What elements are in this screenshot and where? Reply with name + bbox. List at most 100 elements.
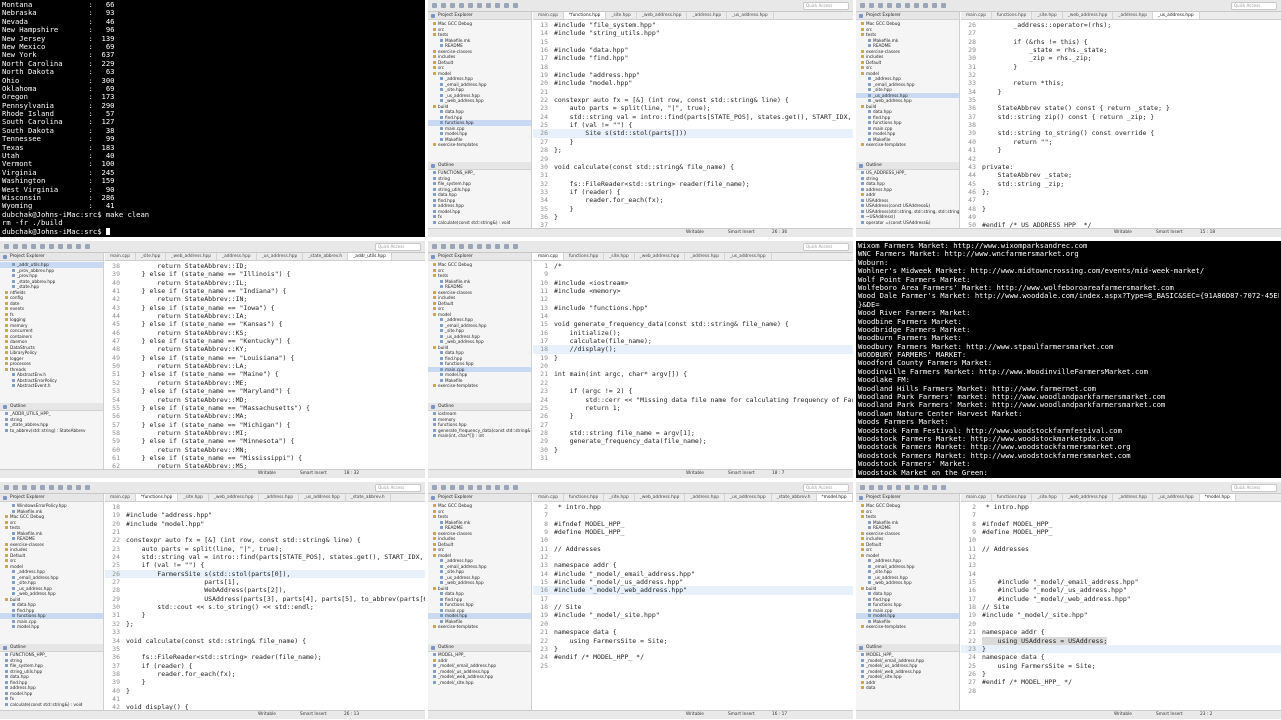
toolbar-icon[interactable] xyxy=(477,485,482,490)
outline-header[interactable]: Outline xyxy=(428,162,531,170)
editor-tab[interactable]: functions.hpp xyxy=(992,494,1033,501)
toolbar-icon[interactable] xyxy=(432,485,437,490)
toolbar-icon[interactable] xyxy=(22,485,27,490)
editor-tab[interactable]: main.cpp xyxy=(961,494,992,501)
toolbar-icon[interactable] xyxy=(504,485,509,490)
toolbar-icon[interactable] xyxy=(941,3,946,8)
toolbar-icon[interactable] xyxy=(869,485,874,490)
toolbar-icon[interactable] xyxy=(914,485,919,490)
terminal-window[interactable]: Montana : 66 Nebraska : 93 Nevada : 46 New … xyxy=(0,0,425,237)
toolbar-icon[interactable] xyxy=(450,244,455,249)
outline-item[interactable]: to_abbrev(std::string) : StateAbbrev xyxy=(0,428,103,434)
editor-tab[interactable]: _web_address.hpp xyxy=(635,494,686,501)
toolbar-icon[interactable] xyxy=(13,244,18,249)
toolbar-icon[interactable] xyxy=(513,3,518,8)
toolbar-icon[interactable] xyxy=(450,3,455,8)
toolbar-icon[interactable] xyxy=(923,3,928,8)
code-area[interactable]: 13 #include "file_system.hpp" 14 #include "… xyxy=(533,20,853,228)
toolbar-icon[interactable] xyxy=(477,244,482,249)
editor-tab[interactable]: main.cpp xyxy=(533,12,564,19)
outline-header[interactable]: Outline xyxy=(856,644,959,652)
toolbar-icon[interactable] xyxy=(67,244,72,249)
toolbar-icon[interactable] xyxy=(441,3,446,8)
code-area[interactable]: 2 * intro.hpp 7 8 #ifndef MODEL_HPP_ 9 #defin… xyxy=(533,502,853,670)
quick-access-field[interactable]: Quick Access xyxy=(375,243,421,251)
editor-tab[interactable]: _site.hpp xyxy=(1032,494,1063,501)
toolbar-icon[interactable] xyxy=(932,3,937,8)
toolbar-icon[interactable] xyxy=(76,244,81,249)
editor-tab[interactable]: *functions.hpp xyxy=(563,12,607,19)
editor-tab[interactable]: _site.hpp xyxy=(136,253,167,260)
editor-tab[interactable]: main.cpp xyxy=(961,12,992,19)
editor-tab[interactable]: _us_address.hpp xyxy=(725,494,772,501)
editor-tab[interactable]: _address.hpp xyxy=(1113,12,1153,19)
toolbar-icon[interactable] xyxy=(914,3,919,8)
code-area[interactable]: 18 19 #include "address.hpp" 20 #include "mo… xyxy=(105,502,425,710)
editor-tab[interactable]: _web_address.hpp xyxy=(635,253,686,260)
editor-tab[interactable]: _address.hpp xyxy=(685,253,725,260)
editor-tab[interactable]: _site.hpp xyxy=(604,253,635,260)
code-area[interactable]: 26 _address::operator=(rhs); 27 28 if (&rh… xyxy=(961,20,1281,228)
toolbar-icon[interactable] xyxy=(22,244,27,249)
tree-item[interactable]: exercise-templates xyxy=(428,624,531,630)
editor-tab[interactable]: _web_address.hpp xyxy=(637,12,688,19)
editor-tab[interactable]: _us_address.hpp xyxy=(727,12,774,19)
toolbar-icon[interactable] xyxy=(860,3,865,8)
editor-tab[interactable]: main.cpp xyxy=(533,494,564,501)
toolbar-icon[interactable] xyxy=(4,244,9,249)
outline-header[interactable]: Outline xyxy=(856,162,959,170)
toolbar-icon[interactable] xyxy=(887,3,892,8)
editor-tab[interactable]: _state_abbrev.h xyxy=(772,494,817,501)
toolbar-icon[interactable] xyxy=(896,3,901,8)
quick-access-field[interactable]: Quick Access xyxy=(803,2,849,10)
editor-tab[interactable]: _us_address.hpp xyxy=(257,253,304,260)
code-area[interactable]: 2 * intro.hpp 7 8 #ifndef MODEL_HPP_ 9 #defin… xyxy=(961,502,1281,695)
editor-tab[interactable]: _site.hpp xyxy=(606,12,637,19)
toolbar-icon[interactable] xyxy=(58,244,63,249)
toolbar-icon[interactable] xyxy=(468,3,473,8)
quick-access-field[interactable]: Quick Access xyxy=(375,484,421,492)
editor-tab[interactable]: _address.hpp xyxy=(687,12,728,19)
outline-item[interactable]: data xyxy=(856,685,959,691)
editor-tab[interactable]: *model.hpp xyxy=(1199,494,1236,501)
editor-tab[interactable]: _state_abbrev.h xyxy=(303,253,349,260)
editor-tab[interactable]: functions.hpp xyxy=(564,253,605,260)
toolbar-icon[interactable] xyxy=(67,485,72,490)
toolbar-icon[interactable] xyxy=(58,485,63,490)
terminal-window[interactable]: Wixom Farmers Market: http://www.wixompa… xyxy=(856,241,1281,478)
toolbar-icon[interactable] xyxy=(49,244,54,249)
toolbar-icon[interactable] xyxy=(941,485,946,490)
editor-tab[interactable]: _web_address.hpp xyxy=(209,494,260,501)
project-explorer-header[interactable]: Project Explorer xyxy=(428,253,531,261)
editor-tab[interactable]: *functions.hpp xyxy=(135,494,179,501)
outline-header[interactable]: Outline xyxy=(0,644,103,652)
editor-tab[interactable]: main.cpp xyxy=(105,253,136,260)
toolbar-icon[interactable] xyxy=(878,485,883,490)
toolbar-icon[interactable] xyxy=(887,485,892,490)
toolbar-icon[interactable] xyxy=(432,3,437,8)
editor-tab[interactable]: functions.hpp xyxy=(992,12,1033,19)
editor-tab[interactable]: _address.hpp xyxy=(1113,494,1153,501)
editor-tab[interactable]: _us_address.hpp xyxy=(1152,12,1200,19)
toolbar-icon[interactable] xyxy=(905,3,910,8)
editor-tab[interactable]: _addr_utils.hpp xyxy=(348,253,392,260)
editor-tab[interactable]: _address.hpp xyxy=(217,253,257,260)
toolbar-icon[interactable] xyxy=(932,485,937,490)
toolbar-icon[interactable] xyxy=(459,244,464,249)
toolbar-icon[interactable] xyxy=(495,485,500,490)
toolbar-icon[interactable] xyxy=(459,485,464,490)
toolbar-icon[interactable] xyxy=(495,3,500,8)
tree-item[interactable]: exercise-templates xyxy=(428,142,531,148)
code-area[interactable]: 38 return StateAbbrev::ID; 39 } else if (… xyxy=(105,261,425,469)
toolbar-icon[interactable] xyxy=(504,244,509,249)
toolbar-icon[interactable] xyxy=(486,3,491,8)
toolbar-icon[interactable] xyxy=(468,485,473,490)
editor-tab[interactable]: _web_address.hpp xyxy=(1063,494,1114,501)
toolbar-icon[interactable] xyxy=(13,485,18,490)
editor-tab[interactable]: _web_address.hpp xyxy=(1063,12,1114,19)
code-area[interactable]: 1 /* 9 10 #include <iostream> 11 #include <mem… xyxy=(533,261,853,462)
toolbar-icon[interactable] xyxy=(450,485,455,490)
outline-item[interactable]: calculate(const std::string&) : void xyxy=(0,702,103,708)
editor-tab[interactable]: main.cpp xyxy=(533,253,564,260)
toolbar-icon[interactable] xyxy=(4,485,9,490)
